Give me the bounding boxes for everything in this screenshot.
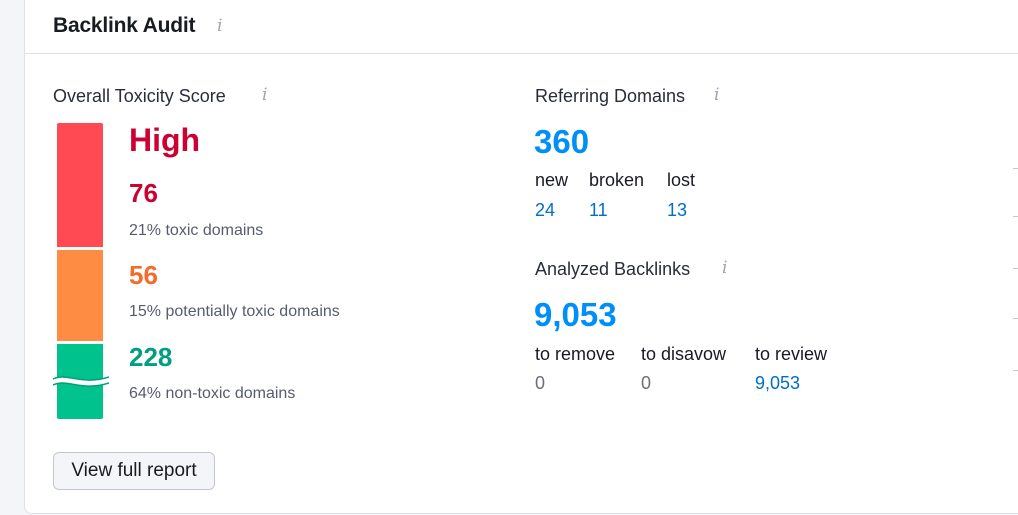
clipped-section-label [1013, 86, 1018, 104]
toxicity-level: High [129, 122, 201, 158]
toxic-bar-segment [57, 123, 103, 247]
to-review-value[interactable]: 9,053 [755, 373, 800, 394]
info-icon[interactable]: i [262, 87, 267, 104]
clipped-chart-tick [1013, 168, 1018, 169]
view-full-report-button[interactable]: View full report [53, 452, 215, 490]
toxicity-score-label: Overall Toxicity Score [53, 86, 226, 106]
broken-domains-value[interactable]: 11 [589, 200, 608, 221]
analyzed-backlinks-label: Analyzed Backlinks [535, 259, 691, 279]
info-icon[interactable]: i [217, 18, 222, 35]
potentially-toxic-bar-segment [57, 250, 103, 341]
referring-domains-total[interactable]: 360 [534, 123, 589, 161]
clipped-chart-tick [1013, 216, 1018, 217]
non-toxic-domains-count[interactable]: 228 [129, 342, 172, 373]
scale-break-icon [53, 376, 109, 387]
lost-domains-value[interactable]: 13 [667, 200, 687, 221]
new-domains-value[interactable]: 24 [535, 200, 555, 221]
backlink-audit-card: Backlink Audit i Overall Toxicity Score … [24, 0, 1018, 514]
toxic-domains-description: 21% toxic domains [129, 222, 264, 239]
info-icon[interactable]: i [722, 260, 727, 277]
clipped-chart-tick [1013, 318, 1018, 319]
info-icon[interactable]: i [714, 87, 719, 104]
clipped-chart-tick [1013, 268, 1018, 269]
potentially-toxic-domains-count[interactable]: 56 [129, 260, 158, 291]
analyzed-backlinks-total[interactable]: 9,053 [534, 296, 617, 334]
to-review-label: to review [755, 344, 828, 364]
referring-domains-label: Referring Domains [535, 86, 686, 106]
to-disavow-value: 0 [641, 373, 652, 393]
lost-domains-label: lost [667, 170, 696, 190]
broken-domains-label: broken [589, 170, 645, 190]
to-disavow-label: to disavow [641, 344, 727, 364]
potentially-toxic-domains-description: 15% potentially toxic domains [129, 303, 340, 320]
toxic-domains-count[interactable]: 76 [129, 178, 158, 209]
to-remove-value: 0 [535, 373, 546, 393]
new-domains-label: new [535, 170, 569, 190]
to-remove-label: to remove [535, 344, 616, 364]
widget-title[interactable]: Backlink Audit [53, 14, 195, 38]
non-toxic-domains-description: 64% non-toxic domains [129, 385, 296, 402]
clipped-chart-tick [1013, 370, 1018, 371]
card-header: Backlink Audit i [25, 0, 1018, 54]
